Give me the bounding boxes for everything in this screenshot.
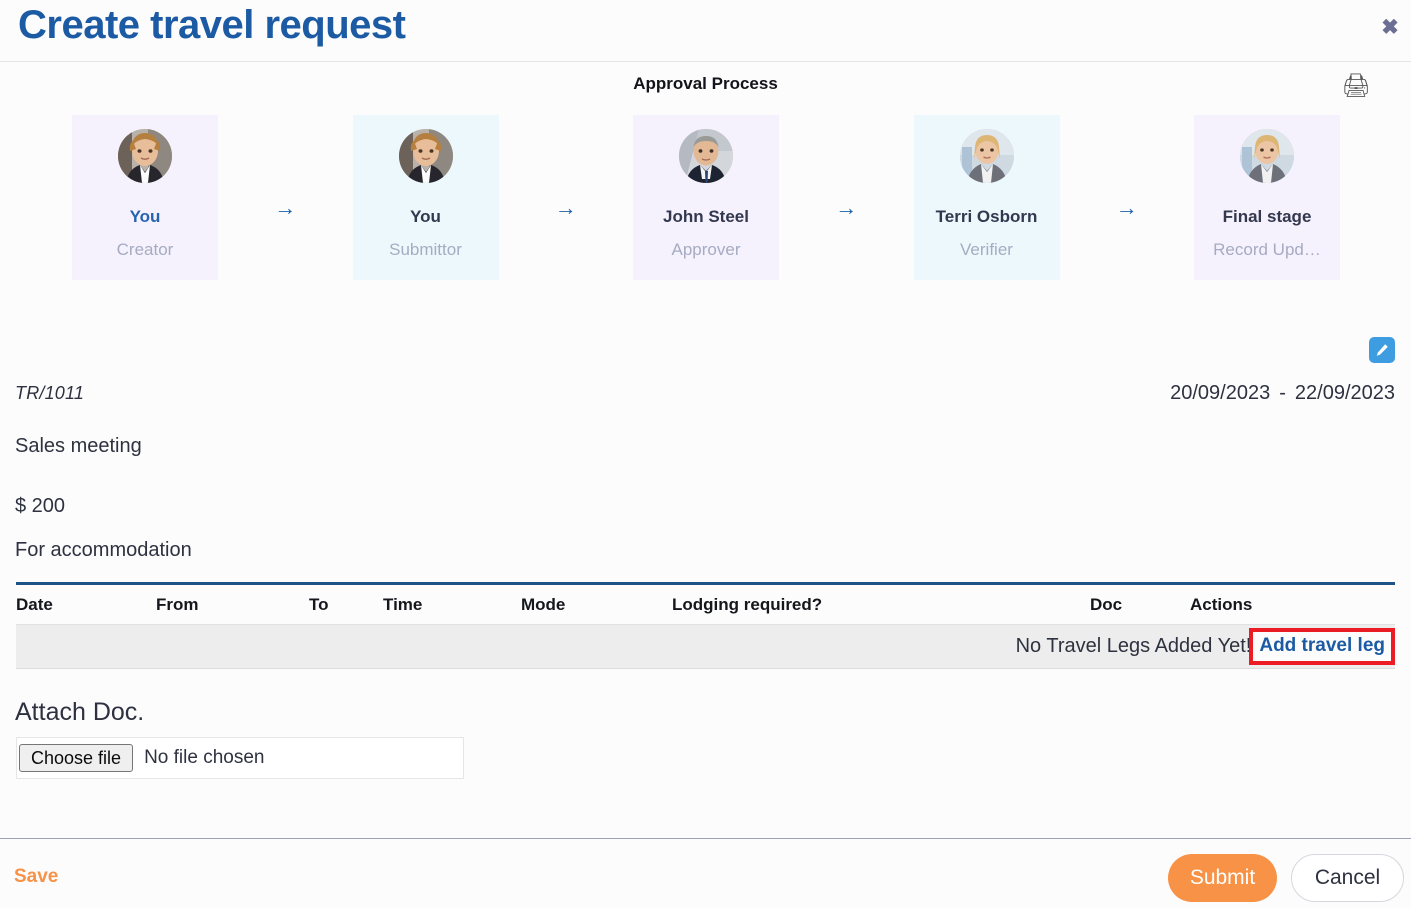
request-id: TR/1011 — [15, 383, 85, 403]
arrow-right-icon: → — [835, 194, 858, 220]
approval-stage-approver[interactable]: John Steel Approver — [633, 115, 779, 280]
add-travel-leg-highlight: Add travel leg — [1249, 628, 1395, 665]
avatar — [1240, 129, 1294, 183]
modal-header: Create travel request ✖ — [0, 0, 1411, 62]
add-travel-leg-link[interactable]: Add travel leg — [1259, 635, 1385, 657]
column-header-lodging: Lodging required? — [672, 583, 1090, 625]
arrow-right-icon: → — [554, 194, 577, 220]
attach-doc-label: Attach Doc. — [15, 698, 145, 726]
column-header-actions: Actions — [1190, 583, 1395, 625]
attach-doc-field[interactable]: Choose file No file chosen — [16, 737, 464, 779]
avatar — [679, 129, 733, 183]
column-header-mode: Mode — [521, 583, 672, 625]
approval-flow: You Creator → You Submittor → John Steel… — [72, 115, 1340, 280]
column-header-date: Date — [16, 583, 156, 625]
date-to: 22/09/2023 — [1294, 382, 1395, 404]
arrow-right-icon: → — [1115, 194, 1138, 220]
close-icon[interactable]: ✖ — [1375, 12, 1405, 42]
printer-icon[interactable]: 🖨 — [1341, 70, 1371, 100]
arrow-right-icon: → — [274, 194, 297, 220]
approval-process-heading: Approval Process — [633, 74, 778, 93]
submit-button[interactable]: Submit — [1168, 854, 1277, 902]
cancel-button[interactable]: Cancel — [1291, 854, 1404, 902]
approval-stage-submittor[interactable]: You Submittor — [352, 115, 499, 280]
table-empty-cell: No Travel Legs Added Yet! Add travel leg — [16, 624, 1395, 669]
approval-stage-role: Creator — [116, 240, 174, 259]
avatar — [398, 129, 453, 183]
date-from: 20/09/2023 — [1170, 382, 1271, 404]
column-header-time: Time — [383, 583, 521, 625]
choose-file-button[interactable]: Choose file — [19, 744, 134, 772]
approval-stage-role: Record Upd… — [1213, 240, 1321, 259]
approval-stage-name: You — [410, 207, 441, 226]
page-title: Create travel request — [18, 3, 406, 47]
avatar — [959, 129, 1014, 183]
approval-stage-final[interactable]: Final stage Record Upd… — [1194, 115, 1340, 280]
footer-divider — [0, 838, 1411, 839]
save-button[interactable]: Save — [14, 866, 58, 888]
request-purpose: Sales meeting — [15, 435, 142, 457]
avatar — [118, 129, 172, 183]
date-separator: - — [1279, 382, 1286, 404]
table-empty-row: No Travel Legs Added Yet! Add travel leg — [16, 624, 1395, 669]
edit-request-button[interactable] — [1369, 337, 1395, 363]
approval-stage-role: Submittor — [389, 240, 462, 259]
request-amount-note: For accommodation — [15, 539, 192, 561]
create-travel-request-modal: Create travel request ✖ Approval Process… — [0, 0, 1411, 908]
approval-stage-creator[interactable]: You Creator — [72, 115, 218, 280]
approval-stage-role: Approver — [671, 240, 741, 259]
table-header-row: Date From To Time Mode Lodging required?… — [16, 583, 1395, 625]
approval-stage-name: Final stage — [1222, 207, 1312, 226]
approval-stage-name: You — [129, 207, 161, 226]
request-amount: $ 200 — [15, 495, 66, 517]
selected-file-name: No file chosen — [144, 747, 265, 768]
pencil-icon — [1375, 343, 1389, 357]
approval-stage-verifier[interactable]: Terri Osborn Verifier — [913, 115, 1060, 280]
column-header-to: To — [309, 583, 383, 625]
travel-legs-table: Date From To Time Mode Lodging required?… — [16, 582, 1395, 669]
column-header-doc: Doc — [1090, 583, 1190, 625]
approval-stage-role: Verifier — [960, 240, 1013, 259]
column-header-from: From — [156, 583, 309, 625]
approval-stage-name: John Steel — [663, 207, 749, 226]
request-date-range: 20/09/2023-22/09/2023 — [1170, 382, 1395, 405]
empty-state-message: No Travel Legs Added Yet! — [1015, 635, 1252, 657]
approval-stage-name: Terri Osborn — [935, 207, 1038, 226]
